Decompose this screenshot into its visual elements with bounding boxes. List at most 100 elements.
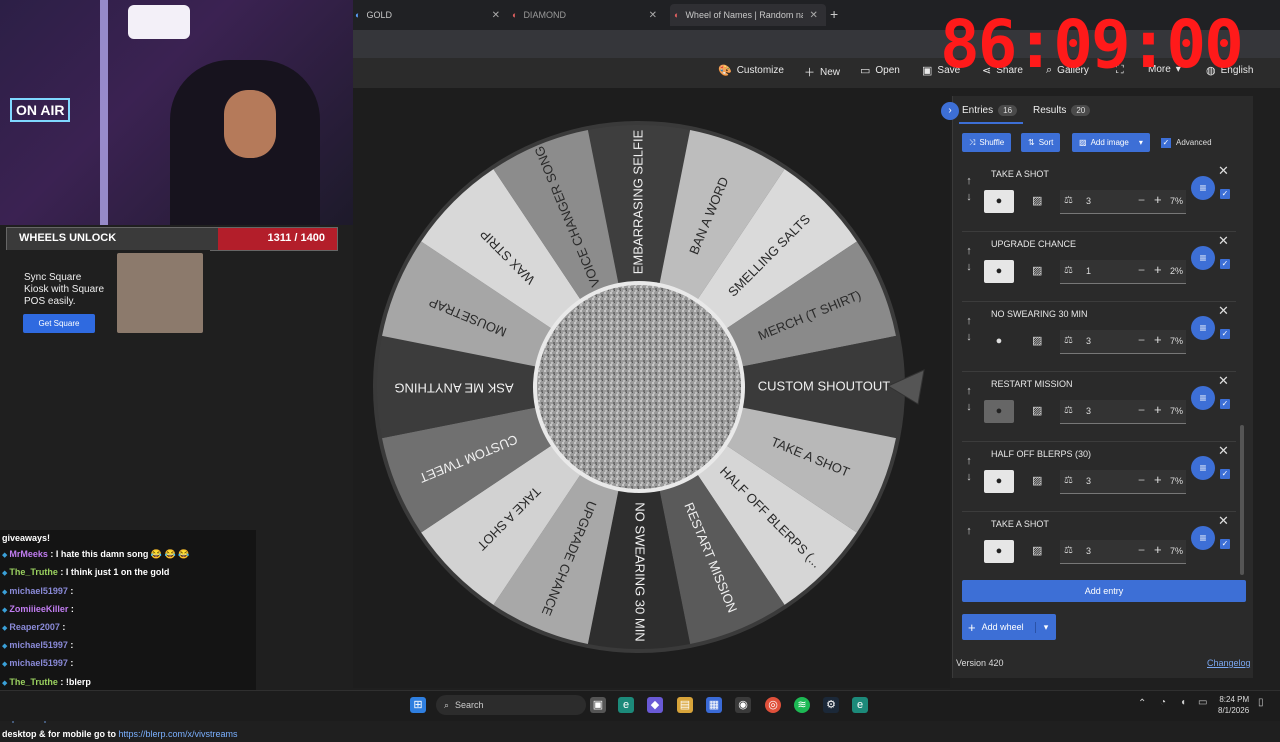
shuffle-button[interactable]: ⤨ Shuffle (962, 133, 1012, 152)
wheel[interactable]: EMBARRASING SELFIE BAN A WORDSMELLING SAL… (370, 118, 910, 658)
arrow-up-icon[interactable]: ↑ (962, 173, 976, 189)
entry-text[interactable]: UPGRADE CHANCE (991, 239, 1076, 249)
entry-checkbox[interactable]: ✓ (1220, 539, 1230, 549)
entry-text[interactable]: TAKE A SHOT (991, 169, 1049, 179)
image-icon[interactable]: ▨ (1032, 264, 1042, 277)
tab-gold[interactable]: ◐ GOLD ✕ (355, 4, 500, 26)
ad-banner[interactable]: Sync Square Kiosk with Square POS easily… (0, 250, 210, 335)
tune-icon[interactable]: ≡ (1191, 246, 1215, 270)
palette-icon[interactable]: ● (984, 400, 1014, 423)
arrow-up-icon[interactable]: ↑ (962, 523, 976, 539)
arrow-up-icon[interactable]: ↑ (962, 243, 976, 259)
arrow-down-icon[interactable]: ↓ (962, 259, 976, 275)
chat-username[interactable]: Reaper2007 (9, 622, 60, 632)
reorder-arrows[interactable]: ↑ ↓ (962, 313, 976, 345)
store-icon[interactable]: ▦ (706, 697, 722, 713)
open-button[interactable]: ▭ Open (860, 64, 900, 77)
close-icon[interactable]: ✕ (1218, 163, 1229, 179)
arrow-down-icon[interactable]: ↓ (962, 399, 976, 415)
weight-field[interactable]: ⚖ 3 − +7% (1060, 330, 1186, 354)
chat-username[interactable]: The_Truthe (9, 677, 58, 687)
reorder-arrows[interactable]: ↑ (962, 523, 976, 539)
weight-field[interactable]: ⚖ 3 − +7% (1060, 190, 1186, 214)
reorder-arrows[interactable]: ↑ ↓ (962, 243, 976, 275)
steam-icon[interactable]: ⚙ (823, 697, 839, 713)
chat-username[interactable]: ZomiiieeKiller (9, 604, 68, 614)
weight-field[interactable]: ⚖ 3 − +7% (1060, 540, 1186, 564)
minus-icon[interactable]: − (1138, 263, 1145, 277)
palette-icon[interactable]: ● (984, 190, 1014, 213)
arrow-down-icon[interactable]: ↓ (962, 329, 976, 345)
arrow-up-icon[interactable]: ↑ (962, 313, 976, 329)
close-icon[interactable]: ✕ (1218, 443, 1229, 459)
minus-icon[interactable]: − (1138, 193, 1145, 207)
chrome-icon[interactable]: ◎ (765, 697, 781, 713)
edge-active-icon[interactable]: e (852, 697, 868, 713)
clock[interactable]: 8:24 PM 8/1/2026 (1218, 694, 1249, 716)
entry-checkbox[interactable]: ✓ (1220, 399, 1230, 409)
image-icon[interactable]: ▨ (1032, 194, 1042, 207)
close-icon[interactable]: ✕ (1218, 513, 1229, 529)
taskbar-search[interactable]: ⌕ Search (436, 695, 586, 715)
palette-icon[interactable]: ● (984, 330, 1014, 353)
close-icon[interactable]: ✕ (649, 10, 657, 21)
image-icon[interactable]: ▨ (1032, 334, 1042, 347)
chat-username[interactable]: The_Truthe (9, 567, 58, 577)
chat-username[interactable]: MrMeeks (9, 549, 48, 559)
minus-icon[interactable]: − (1138, 403, 1145, 417)
entry-checkbox[interactable]: ✓ (1220, 189, 1230, 199)
tune-icon[interactable]: ≡ (1191, 176, 1215, 200)
task-view-icon[interactable]: ▣ (590, 697, 606, 713)
customize-button[interactable]: 🎨 Customize (718, 64, 784, 77)
minus-icon[interactable]: − (1138, 473, 1145, 487)
tab-wheel-of-names[interactable]: ◐ Wheel of Names | Random name ✕ (670, 4, 826, 26)
new-button[interactable]: ＋ New (804, 64, 840, 80)
close-icon[interactable]: ✕ (809, 10, 817, 21)
spotify-icon[interactable]: ≋ (794, 697, 810, 713)
tab-results[interactable]: Results 20 (1033, 105, 1091, 116)
tune-icon[interactable]: ≡ (1191, 456, 1215, 480)
chevron-down-icon[interactable]: ▾ (1035, 621, 1056, 633)
advanced-checkbox[interactable]: ✓ (1161, 138, 1171, 148)
obs-icon[interactable]: ◉ (735, 697, 751, 713)
entries-scrollbar[interactable] (1240, 425, 1244, 575)
palette-icon[interactable]: ● (984, 260, 1014, 283)
wheel-center-image[interactable] (537, 285, 741, 489)
plus-icon[interactable]: + (1154, 542, 1162, 557)
plus-icon[interactable]: + (1154, 472, 1162, 487)
notification-icon[interactable]: ▯ (1258, 697, 1264, 708)
entry-checkbox[interactable]: ✓ (1220, 329, 1230, 339)
entry-text[interactable]: HALF OFF BLERPS (30) (991, 449, 1091, 459)
plus-icon[interactable]: + (1154, 332, 1162, 347)
chat-link[interactable]: https://blerp.com/x/vivstreams (119, 729, 238, 739)
wifi-icon[interactable]: ◔ (1160, 697, 1166, 708)
changelog-link[interactable]: Changelog (1207, 658, 1251, 668)
chat-username[interactable]: michael51997 (9, 640, 68, 650)
close-icon[interactable]: ✕ (492, 10, 500, 21)
plus-icon[interactable]: + (1154, 262, 1162, 277)
entry-text[interactable]: RESTART MISSION (991, 379, 1073, 389)
tab-diamond[interactable]: ◐ DIAMOND ✕ (512, 4, 657, 26)
chat-username[interactable]: michael51997 (9, 586, 68, 596)
add-entry-button[interactable]: Add entry (962, 580, 1246, 602)
minus-icon[interactable]: − (1138, 543, 1145, 557)
plus-icon[interactable]: + (1154, 402, 1162, 417)
tune-icon[interactable]: ≡ (1191, 526, 1215, 550)
palette-icon[interactable]: ● (984, 470, 1014, 493)
sort-button[interactable]: ⇅ Sort (1021, 133, 1061, 152)
arrow-up-icon[interactable]: ↑ (962, 453, 976, 469)
palette-icon[interactable]: ● (984, 540, 1014, 563)
entry-text[interactable]: TAKE A SHOT (991, 519, 1049, 529)
collapse-panel-button[interactable]: › (941, 102, 959, 120)
entry-checkbox[interactable]: ✓ (1220, 259, 1230, 269)
weight-field[interactable]: ⚖ 3 − +7% (1060, 470, 1186, 494)
close-icon[interactable]: ✕ (1218, 233, 1229, 249)
chat-username[interactable]: michael51997 (9, 658, 68, 668)
add-image-button[interactable]: ▨ Add image ▾ (1072, 133, 1150, 152)
entry-checkbox[interactable]: ✓ (1220, 469, 1230, 479)
weight-field[interactable]: ⚖ 3 − +7% (1060, 400, 1186, 424)
tray-chevron-icon[interactable]: ⌃ (1138, 698, 1146, 709)
reorder-arrows[interactable]: ↑ ↓ (962, 453, 976, 485)
reorder-arrows[interactable]: ↑ ↓ (962, 173, 976, 205)
close-icon[interactable]: ✕ (1218, 303, 1229, 319)
